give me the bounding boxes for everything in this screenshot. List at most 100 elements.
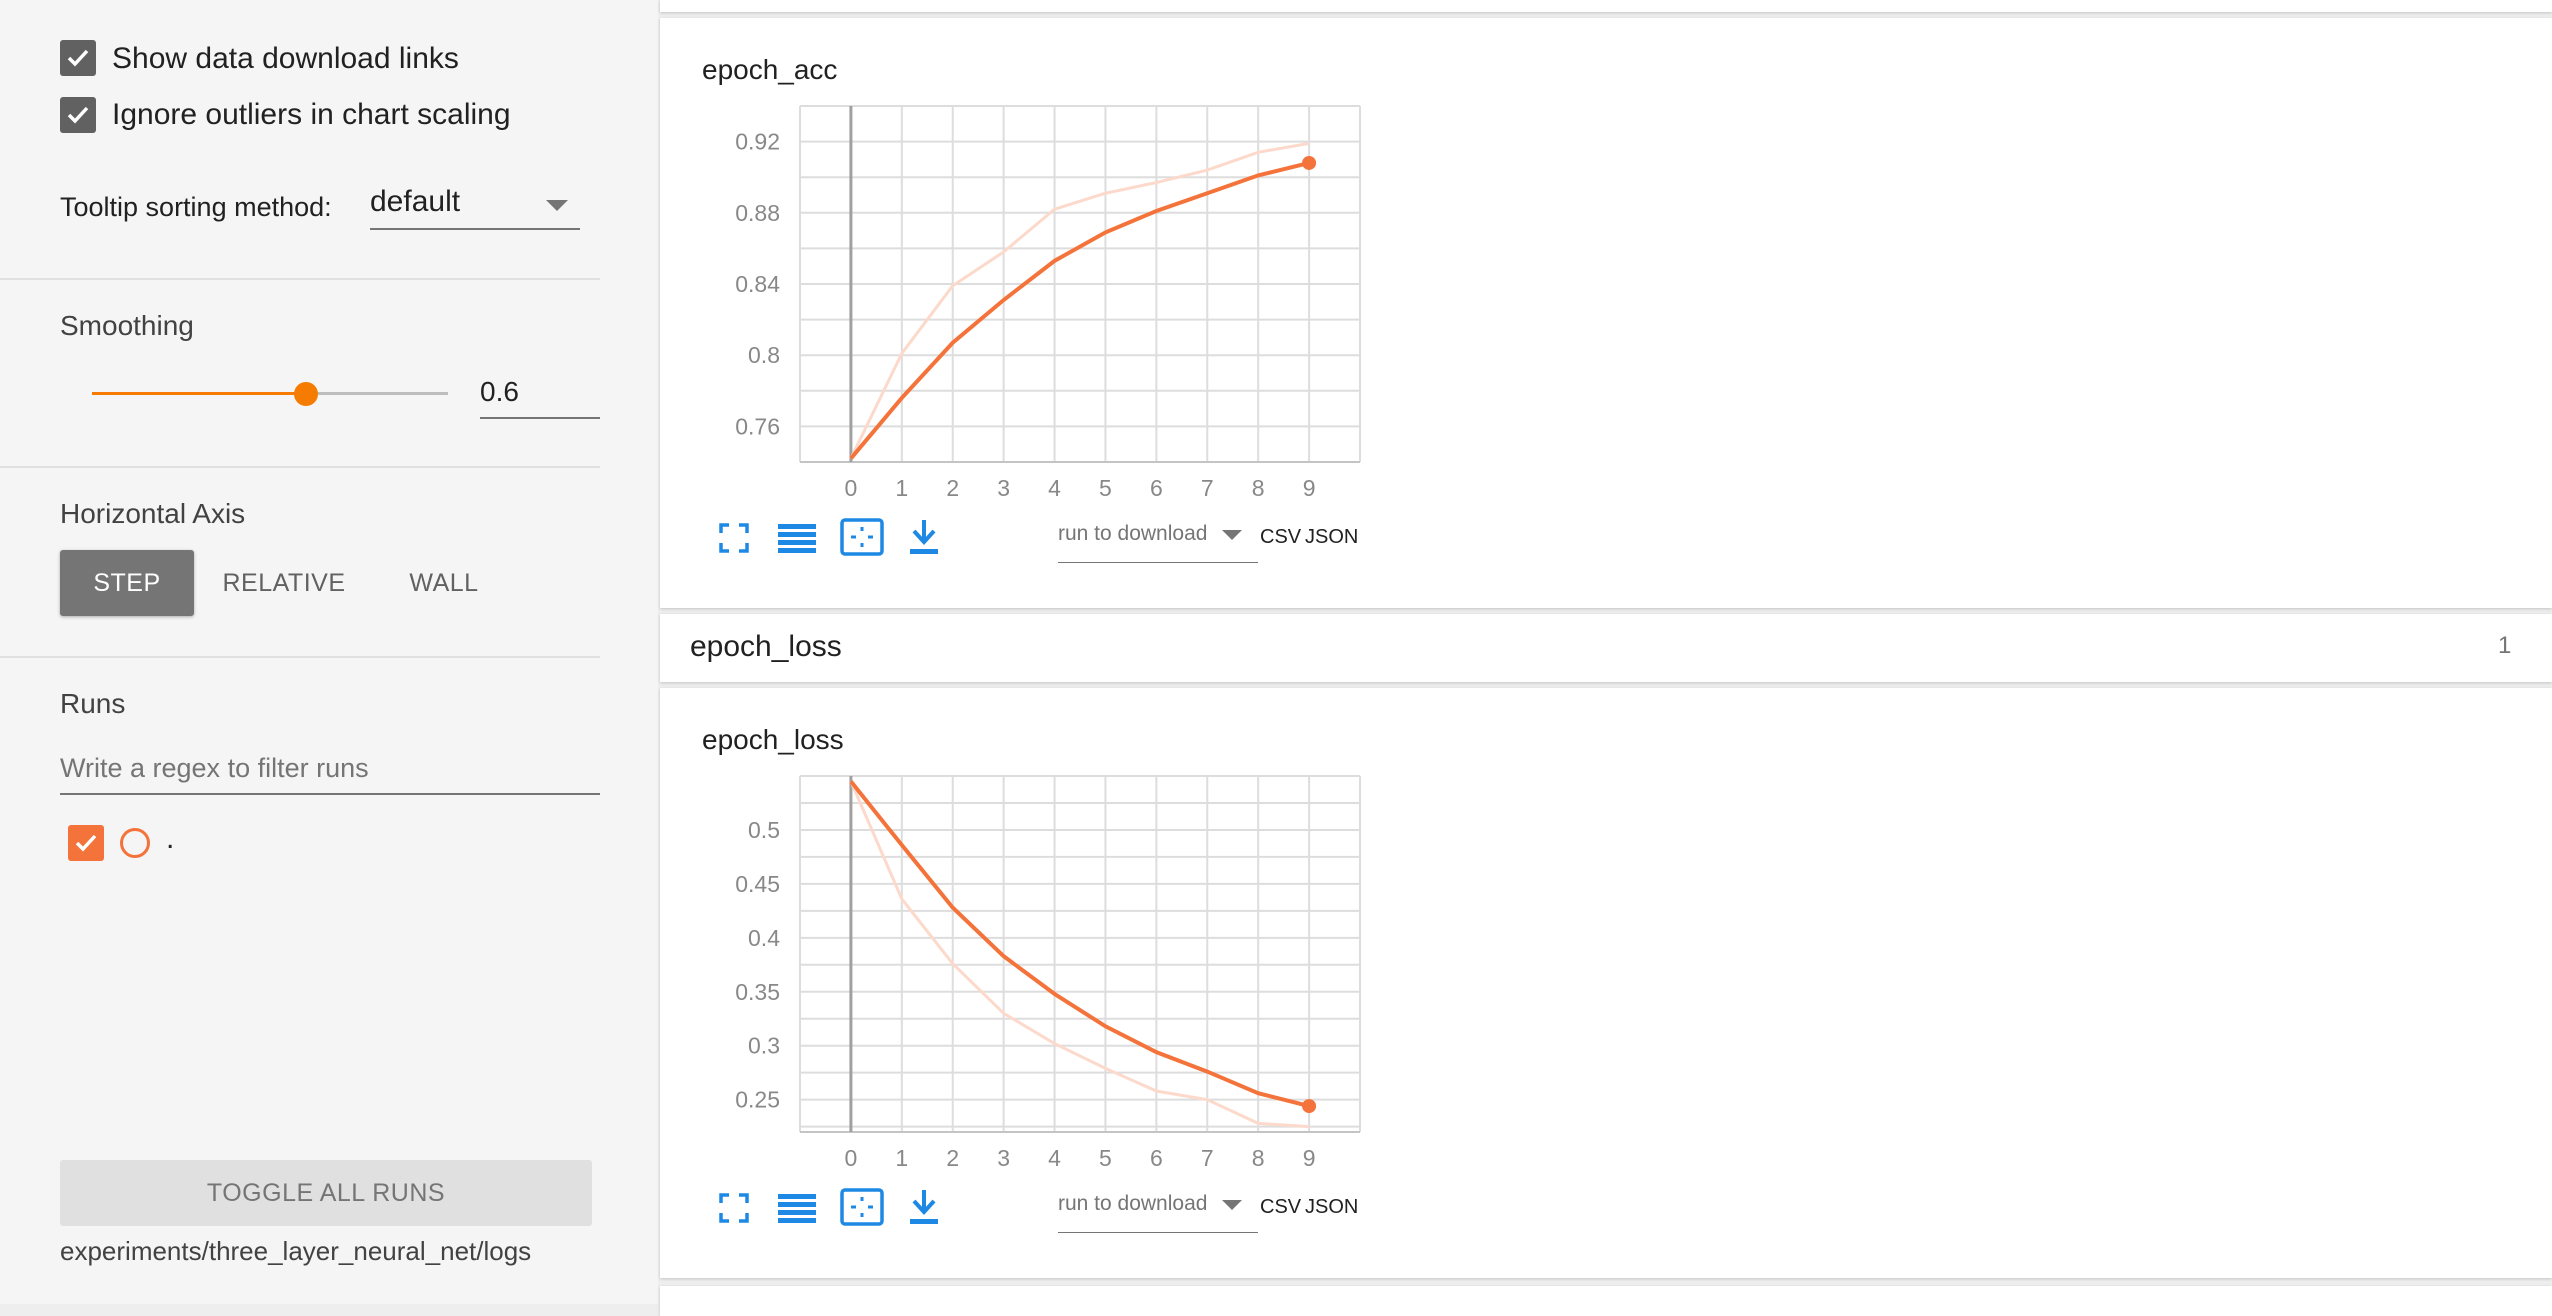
smoothing-value: 0.6	[480, 376, 519, 407]
y-tick-label: 0.92	[735, 129, 780, 155]
run-color-radio[interactable]	[120, 828, 150, 858]
y-tick-label: 0.35	[735, 979, 780, 1005]
ignore-outliers-checkbox[interactable]	[60, 97, 96, 133]
input-underline	[60, 793, 600, 795]
dropdown-arrow-icon	[1222, 1200, 1242, 1210]
tooltip-sorting-dropdown[interactable]: default	[370, 180, 580, 232]
run-to-download-label: run to download	[1058, 1192, 1208, 1215]
horizontal-axis-label: Horizontal Axis	[60, 498, 246, 529]
show-download-links-label: Show data download links	[112, 42, 459, 75]
x-tick-label: 7	[1201, 475, 1214, 501]
run-to-download-dropdown[interactable]: run to download	[1058, 1188, 1258, 1234]
dropdown-arrow-icon	[546, 200, 568, 211]
smoothing-slider-knob[interactable]	[293, 382, 318, 406]
toggle-all-runs-button[interactable]: TOGGLE ALL RUNS	[60, 1160, 592, 1226]
y-tick-label: 0.45	[735, 871, 780, 897]
x-tick-label: 1	[895, 475, 908, 501]
fullscreen-icon[interactable]	[718, 1192, 750, 1224]
epoch-loss-chart[interactable]: 0.25 0.3 0.35 0.4 0.45 0.5 0 1 2 3 4 5 6 7 8 9	[660, 688, 2552, 1278]
axis-relative-button[interactable]: RELATIVE	[214, 550, 354, 616]
x-tick-label: 2	[946, 475, 959, 501]
ignore-outliers-label: Ignore outliers in chart scaling	[112, 98, 511, 131]
x-tick-label: 1	[895, 1145, 908, 1171]
run-to-download-label: run to download	[1058, 522, 1208, 545]
x-tick-label: 9	[1303, 1145, 1316, 1171]
epoch-loss-section-header[interactable]: epoch_loss 1	[660, 614, 2552, 682]
x-tick-label: 6	[1150, 475, 1163, 501]
y-tick-label: 0.76	[735, 413, 780, 439]
divider	[0, 278, 600, 280]
runs-label: Runs	[60, 688, 126, 719]
series-last-point	[1302, 155, 1317, 170]
x-tick-label: 6	[1150, 1145, 1163, 1171]
runs-filter-placeholder: Write a regex to filter runs	[60, 753, 369, 783]
divider	[0, 656, 600, 658]
dropdown-underline	[370, 228, 580, 230]
x-tick-label: 4	[1048, 1145, 1061, 1171]
x-tick-label: 4	[1048, 475, 1061, 501]
x-tick-label: 3	[997, 475, 1010, 501]
epoch-acc-card: epoch_acc 0.76 0.8 0.84 0.88 0.92 0 1 2 3 4 5 6 7 8 9 …	[660, 18, 2552, 608]
input-underline	[480, 417, 600, 419]
series-last-point	[1302, 1099, 1317, 1114]
sidebar: Show data download links Ignore outliers…	[0, 0, 658, 1304]
check-icon	[75, 834, 97, 852]
next-card-edge	[660, 1286, 2552, 1316]
download-icon[interactable]	[908, 1188, 940, 1226]
previous-card-edge	[660, 0, 2552, 12]
check-icon	[67, 106, 89, 124]
run-checkbox[interactable]	[68, 825, 104, 861]
x-tick-label: 9	[1303, 475, 1316, 501]
y-tick-label: 0.5	[748, 817, 780, 843]
section-count: 1	[2498, 632, 2512, 659]
dropdown-arrow-icon	[1222, 530, 1242, 540]
y-tick-label: 0.8	[748, 342, 780, 368]
fullscreen-icon[interactable]	[718, 522, 750, 554]
tooltip-sorting-label: Tooltip sorting method:	[60, 192, 332, 222]
epoch-loss-card: epoch_loss 0.25 0.3 0.35 0.4 0.45 0.5 0 1 2 3 4 5 6 7…	[660, 688, 2552, 1278]
check-icon	[67, 49, 89, 67]
dropdown-underline	[1058, 1232, 1258, 1233]
x-tick-label: 5	[1099, 475, 1112, 501]
axis-step-button[interactable]: STEP	[60, 550, 194, 616]
y-tick-label: 0.3	[748, 1033, 780, 1059]
y-tick-label: 0.88	[735, 200, 780, 226]
epoch-acc-chart[interactable]: 0.76 0.8 0.84 0.88 0.92 0 1 2 3 4 5 6 7 8 9	[660, 18, 2552, 608]
axis-wall-button[interactable]: WALL	[384, 550, 504, 616]
y-tick-label: 0.4	[748, 925, 780, 951]
y-tick-label: 0.84	[735, 271, 780, 297]
series-smoothed-line	[849, 161, 1310, 460]
runs-filter-input[interactable]: Write a regex to filter runs	[60, 745, 600, 797]
x-tick-label: 2	[946, 1145, 959, 1171]
csv-download-link[interactable]: CSV	[1260, 526, 1301, 549]
x-tick-label: 0	[845, 1145, 858, 1171]
smoothing-value-input[interactable]: 0.6	[480, 372, 600, 420]
divider	[0, 466, 600, 468]
x-tick-label: 7	[1201, 1145, 1214, 1171]
fit-domain-icon[interactable]	[840, 518, 884, 556]
y-tick-label: 0.25	[735, 1087, 780, 1113]
tooltip-sorting-value: default	[370, 185, 461, 218]
section-title: epoch_loss	[690, 630, 842, 663]
csv-download-link[interactable]: CSV	[1260, 1196, 1301, 1219]
run-to-download-dropdown[interactable]: run to download	[1058, 518, 1258, 564]
x-tick-label: 0	[845, 475, 858, 501]
dropdown-underline	[1058, 562, 1258, 563]
json-download-link[interactable]: JSON	[1305, 1196, 1358, 1219]
download-icon[interactable]	[908, 518, 940, 556]
x-tick-label: 3	[997, 1145, 1010, 1171]
toggle-y-log-icon[interactable]	[778, 522, 816, 554]
toggle-y-log-icon[interactable]	[778, 1192, 816, 1224]
smoothing-label: Smoothing	[60, 310, 194, 341]
x-tick-label: 8	[1252, 475, 1265, 501]
x-tick-label: 8	[1252, 1145, 1265, 1171]
series-raw-line	[849, 141, 1310, 460]
x-tick-label: 5	[1099, 1145, 1112, 1171]
logdir-path: experiments/three_layer_neural_net/logs	[60, 1236, 532, 1266]
show-download-links-checkbox[interactable]	[60, 40, 96, 76]
fit-domain-icon[interactable]	[840, 1188, 884, 1226]
run-name: .	[166, 822, 175, 855]
smoothing-slider-fill	[92, 392, 306, 395]
json-download-link[interactable]: JSON	[1305, 526, 1358, 549]
series-raw-line	[849, 780, 1310, 1129]
